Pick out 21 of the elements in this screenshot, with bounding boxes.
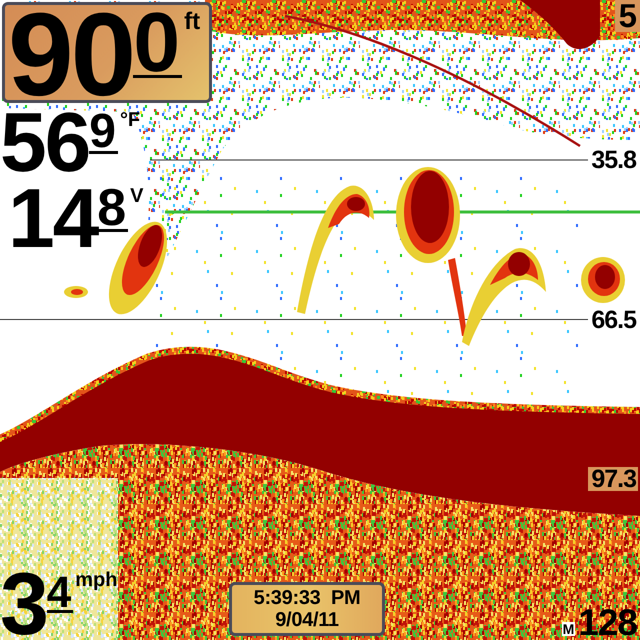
voltage-unit: V [130,188,144,204]
speed-decimal: 4 [46,576,74,613]
depth-unit: ft [184,12,200,32]
voltage-value: 14 [8,187,98,250]
clock-time: 5:39:33 PM [254,588,360,608]
speed-unit: mph [75,572,118,588]
fish-arch [581,257,625,303]
depth-decimal: 0 [133,11,182,78]
temperature-unit: °F [120,112,140,128]
speed-value: 3 [0,571,47,637]
depth-line-label: 35.8 [590,148,638,172]
clock-date: 9/04/11 [275,610,339,630]
depth-value: 90 [8,11,134,100]
scale-top-label: 5 [614,0,640,32]
temperature-value: 56 [0,111,90,174]
mode-label: M [562,622,576,636]
depth-line-label: 97.3 [588,467,638,491]
voltage-decimal: 8 [97,189,128,232]
depth-line-label: 66.5 [590,308,638,332]
temperature-decimal: 9 [89,114,118,154]
fish-arch [64,286,88,298]
